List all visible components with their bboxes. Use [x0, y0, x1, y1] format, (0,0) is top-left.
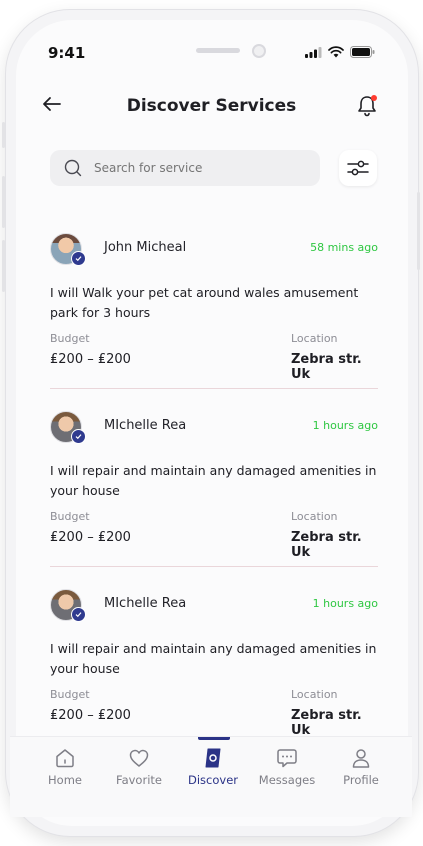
tab-label: Home	[48, 773, 82, 787]
battery-icon	[350, 46, 375, 58]
service-post-card[interactable]: John Micheal 58 mins ago I will Walk you…	[50, 233, 378, 389]
tab-label: Favorite	[116, 773, 162, 787]
divider	[50, 388, 378, 389]
post-time: 1 hours ago	[312, 597, 378, 610]
speaker-grille	[196, 48, 240, 53]
service-post-card[interactable]: MIchelle Rea 1 hours ago I will repair a…	[50, 411, 378, 567]
tab-discover[interactable]: Discover	[176, 737, 250, 801]
location-value: Zebra str. Uk	[291, 352, 362, 382]
tab-label: Profile	[343, 773, 379, 787]
chat-bubble-icon	[277, 749, 297, 768]
verified-badge-icon	[71, 429, 86, 444]
verified-badge-icon	[71, 251, 86, 266]
tab-label: Messages	[258, 773, 316, 787]
tab-favorite[interactable]: Favorite	[102, 737, 176, 801]
user-icon	[352, 749, 370, 768]
status-time: 9:41	[48, 44, 86, 62]
location-label: Location	[291, 332, 338, 345]
tab-messages[interactable]: Messages	[250, 737, 324, 801]
front-camera	[252, 44, 266, 58]
home-icon	[56, 749, 74, 768]
notification-dot	[371, 95, 377, 101]
location-label: Location	[291, 510, 338, 523]
location-value: Zebra str. Uk	[291, 530, 362, 560]
post-description: I will Walk your pet cat around wales am…	[50, 285, 359, 320]
phone-side-button	[2, 240, 5, 292]
post-description: I will repair and maintain any damaged a…	[50, 463, 377, 498]
post-header: John Micheal 58 mins ago	[50, 233, 378, 266]
poster-name[interactable]: MIchelle Rea	[104, 418, 186, 433]
bottom-tab-bar: Home Favorite Discover Messages Profile	[10, 736, 412, 817]
divider	[50, 566, 378, 567]
tab-home[interactable]: Home	[28, 737, 102, 801]
poster-name[interactable]: MIchelle Rea	[104, 596, 186, 611]
poster-name[interactable]: John Micheal	[104, 240, 186, 255]
search-icon	[64, 159, 82, 177]
location-label: Location	[291, 688, 338, 701]
sliders-icon	[347, 160, 369, 176]
budget-label: Budget	[50, 510, 90, 523]
search-bar[interactable]	[50, 150, 320, 186]
post-time: 58 mins ago	[310, 241, 378, 254]
phone-side-button	[2, 122, 5, 148]
cellular-signal-icon	[305, 46, 322, 58]
filter-button[interactable]	[339, 150, 377, 186]
phone-side-button	[417, 192, 420, 270]
service-post-card[interactable]: MIchelle Rea 1 hours ago I will repair a…	[50, 589, 378, 738]
budget-label: Budget	[50, 332, 90, 345]
verified-badge-icon	[71, 607, 86, 622]
post-description: I will repair and maintain any damaged a…	[50, 641, 377, 676]
post-header: MIchelle Rea 1 hours ago	[50, 589, 378, 622]
budget-label: Budget	[50, 688, 90, 701]
tab-profile[interactable]: Profile	[324, 737, 398, 801]
compass-icon	[205, 748, 221, 768]
search-input[interactable]	[92, 160, 316, 176]
post-header: MIchelle Rea 1 hours ago	[50, 411, 378, 444]
status-icons	[305, 46, 375, 58]
post-meta: Budget ₤200 – ₤200 Location Zebra str. U…	[50, 332, 378, 382]
phone-side-button	[2, 176, 5, 228]
post-meta: Budget ₤200 – ₤200 Location Zebra str. U…	[50, 688, 378, 738]
budget-value: ₤200 – ₤200	[50, 708, 131, 723]
budget-value: ₤200 – ₤200	[50, 530, 131, 545]
post-meta: Budget ₤200 – ₤200 Location Zebra str. U…	[50, 510, 378, 560]
wifi-icon	[328, 46, 344, 58]
heart-icon	[129, 749, 149, 767]
tab-label: Discover	[187, 773, 238, 787]
notifications-button[interactable]	[356, 94, 378, 118]
budget-value: ₤200 – ₤200	[50, 352, 131, 367]
location-value: Zebra str. Uk	[291, 708, 362, 738]
post-time: 1 hours ago	[312, 419, 378, 432]
